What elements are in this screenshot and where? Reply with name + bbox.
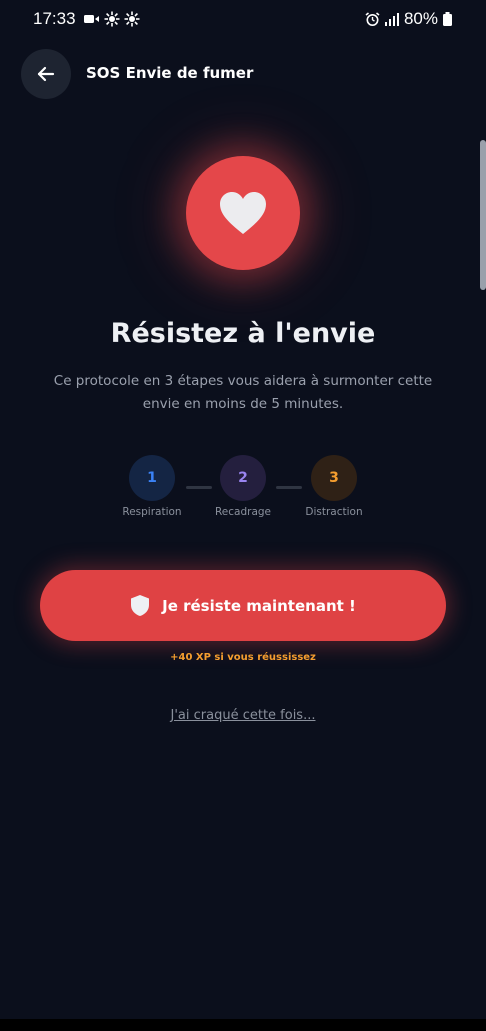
step-number: 2 — [238, 470, 248, 486]
page-title: SOS Envie de fumer — [86, 64, 254, 82]
status-time: 17:33 — [33, 9, 76, 28]
cracked-link[interactable]: J'ai craqué cette fois... — [0, 708, 486, 723]
resist-now-button[interactable]: Je résiste maintenant ! — [40, 570, 446, 641]
step-label-recadrage: Recadrage — [214, 506, 272, 518]
step-label-respiration: Respiration — [122, 506, 182, 518]
signal-icon — [384, 12, 399, 26]
step-1-circle: 1 — [129, 455, 175, 501]
status-right: 80% — [365, 9, 452, 29]
heart-icon — [220, 192, 266, 234]
xp-reward-note: +40 XP si vous réussissez — [170, 652, 316, 663]
main-title: Résistez à l'envie — [110, 318, 376, 349]
status-bar: 17:33 80% — [0, 0, 486, 40]
step-2-circle: 2 — [220, 455, 266, 501]
battery-icon — [443, 12, 452, 26]
arrow-left-icon — [37, 66, 55, 82]
back-button[interactable] — [21, 49, 71, 99]
step-connector — [276, 486, 302, 489]
step-number: 1 — [147, 470, 157, 486]
bottom-bar — [0, 1019, 486, 1031]
video-icon — [84, 13, 100, 25]
alarm-icon — [365, 11, 380, 27]
protocol-description: Ce protocole en 3 étapes vous aidera à s… — [53, 373, 433, 412]
step-connector — [186, 486, 212, 489]
status-left-icons — [84, 11, 140, 27]
shield-icon — [131, 595, 150, 616]
step-number: 3 — [329, 470, 339, 486]
step-label-distraction: Distraction — [305, 506, 363, 518]
battery-percentage: 80% — [403, 9, 438, 28]
resist-now-label: Je résiste maintenant ! — [162, 596, 356, 615]
step-3-circle: 3 — [311, 455, 357, 501]
heart-badge — [186, 156, 300, 270]
sun-icon — [124, 11, 140, 27]
sos-screen: 17:33 80% SOS Envie de fumer Résistez à … — [0, 0, 486, 1031]
scroll-indicator[interactable] — [480, 140, 486, 290]
sun-icon — [104, 11, 120, 27]
